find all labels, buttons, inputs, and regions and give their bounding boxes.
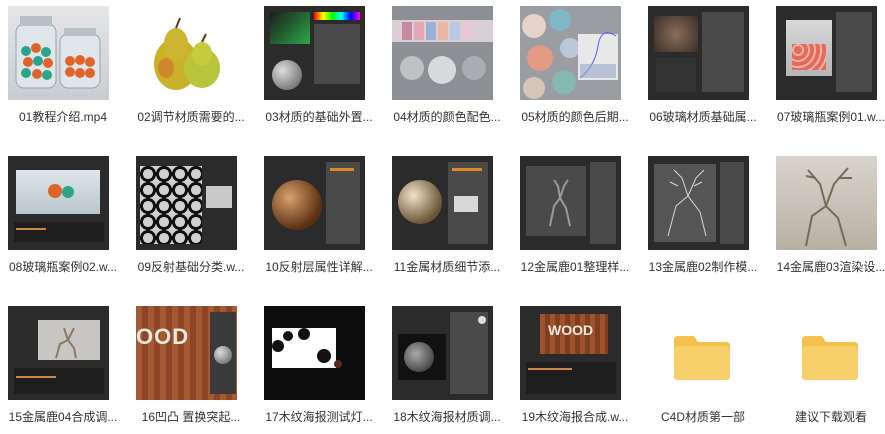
file-item-08[interactable]: 08玻璃瓶案例02.w... <box>0 150 120 280</box>
file-label: 10反射层属性详解... <box>265 260 373 274</box>
poster-material <box>392 306 493 400</box>
file-label: 16凹凸 置换突起... <box>141 410 241 424</box>
glass-material-editor <box>648 6 749 100</box>
color-palette-spheres <box>392 6 493 100</box>
file-item-15[interactable]: 15金属鹿04合成调... <box>0 300 120 430</box>
pears-icon <box>136 6 237 100</box>
folder-item-download[interactable]: 建议下载观看 <box>768 300 885 430</box>
metal-deer-viewport <box>520 156 621 250</box>
file-item-09[interactable]: 09反射基础分类.w... <box>128 150 248 280</box>
glass-jar-render <box>776 6 877 100</box>
file-label: 13金属鹿02制作模... <box>648 260 758 274</box>
file-grid: 01教程介绍.mp4 02调节材质需要的... 03材质的基础外置... 04材… <box>0 0 885 434</box>
file-label: 02调节材质需要的... <box>137 110 245 124</box>
poster-light-test <box>264 306 365 400</box>
deer-wireframe <box>648 156 749 250</box>
file-label: 07玻璃瓶案例01.w... <box>776 110 885 124</box>
file-item-13[interactable]: 13金属鹿02制作模... <box>640 150 760 280</box>
file-item-17[interactable]: 17木纹海报测试灯... <box>256 300 376 430</box>
file-label: 01教程介绍.mp4 <box>18 110 108 124</box>
deer-render <box>776 156 877 250</box>
file-item-11[interactable]: 11金属材质细节添... <box>384 150 504 280</box>
file-item-07[interactable]: 07玻璃瓶案例01.w... <box>768 0 885 130</box>
deer-composite <box>8 306 109 400</box>
jars-icon <box>8 6 109 100</box>
file-item-18[interactable]: 18木纹海报材质调... <box>384 300 504 430</box>
reflection-spheres-grid <box>136 156 237 250</box>
folder-icon <box>776 306 877 400</box>
file-item-01[interactable]: 01教程介绍.mp4 <box>0 0 120 130</box>
file-label: 17木纹海报测试灯... <box>265 410 373 424</box>
file-label: 06玻璃材质基础属... <box>649 110 757 124</box>
file-label: 19木纹海报合成.w... <box>521 410 629 424</box>
file-item-04[interactable]: 04材质的颜色配色... <box>384 0 504 130</box>
file-label: 09反射基础分类.w... <box>137 260 245 274</box>
folder-label: 建议下载观看 <box>794 410 867 424</box>
file-label: 03材质的基础外置... <box>265 110 373 124</box>
folder-label: C4D材质第一部 <box>660 410 745 424</box>
file-label: 14金属鹿03渲染设... <box>776 260 885 274</box>
file-item-12[interactable]: 12金属鹿01整理样... <box>512 150 632 280</box>
file-label: 05材质的颜色后期... <box>521 110 629 124</box>
color-circles-curves <box>520 6 621 100</box>
wood-poster-composite: WOOD <box>520 306 621 400</box>
file-item-06[interactable]: 06玻璃材质基础属... <box>640 0 760 130</box>
glass-jar-scene <box>8 156 109 250</box>
file-label: 18木纹海报材质调... <box>393 410 501 424</box>
file-item-02[interactable]: 02调节材质需要的... <box>128 0 248 130</box>
file-item-05[interactable]: 05材质的颜色后期... <box>512 0 632 130</box>
wood-text: OOD <box>136 306 237 400</box>
file-item-03[interactable]: 03材质的基础外置... <box>256 0 376 130</box>
file-item-16[interactable]: OOD 16凹凸 置换突起... <box>128 300 248 430</box>
file-label: 04材质的颜色配色... <box>393 110 501 124</box>
file-item-10[interactable]: 10反射层属性详解... <box>256 150 376 280</box>
file-label: 08玻璃瓶案例02.w... <box>8 260 118 274</box>
file-item-14[interactable]: 14金属鹿03渲染设... <box>768 150 885 280</box>
folder-icon <box>648 306 749 400</box>
folder-item-c4d[interactable]: C4D材质第一部 <box>640 300 760 430</box>
file-item-19[interactable]: WOOD 19木纹海报合成.w... <box>512 300 632 430</box>
file-label: 12金属鹿01整理样... <box>520 260 630 274</box>
c4d-material-editor <box>264 6 365 100</box>
metal-sphere <box>392 156 493 250</box>
file-label: 15金属鹿04合成调... <box>8 410 118 424</box>
reflection-sphere <box>264 156 365 250</box>
file-label: 11金属材质细节添... <box>393 260 501 274</box>
